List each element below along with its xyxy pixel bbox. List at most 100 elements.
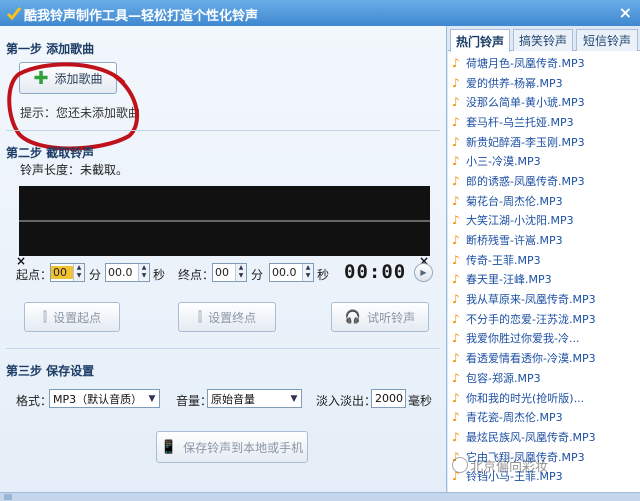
preview-ringtone-button[interactable]: 🎧 试听铃声 (331, 302, 429, 332)
ringtone-tabs: 热门铃声 搞笑铃声 短信铃声 (448, 26, 640, 52)
start-second-unit: 秒 (153, 268, 166, 282)
music-note-icon: ♪ (452, 311, 460, 326)
main-panel: 第一步 添加歌曲 ✚ 添加歌曲 提示：您还未添加歌曲 第二步 截取铃声 铃声长度… (0, 26, 447, 492)
song-item[interactable]: ♪ 看透爱情看透你-冷漠.MP3 (448, 348, 640, 368)
song-title[interactable]: 荷塘月色-凤凰传奇.MP3 (466, 55, 585, 71)
format-select[interactable]: MP3（默认音质） ▼ (49, 389, 160, 408)
song-item[interactable]: ♪ 我爱你胜过你爱我-冷... (448, 329, 640, 349)
song-title[interactable]: 断桥残雪-许嵩.MP3 (466, 232, 563, 248)
hint-text: 您还未添加歌曲 (56, 106, 141, 120)
stepper-arrows-icon[interactable]: ▲ ▼ (302, 264, 313, 281)
song-item[interactable]: ♪ 传奇-王菲.MP3 (448, 250, 640, 270)
music-note-icon: ♪ (452, 75, 460, 90)
song-list: ♪ 荷塘月色-凤凰传奇.MP3 ♪ 爱的供养-杨幂.MP3 ♪ 没那么简单-黄小琥.MP3… (448, 53, 640, 492)
window-title: 酷我铃声制作工具—轻松打造个性化铃声 (24, 9, 259, 24)
fade-input[interactable]: 2000 (371, 389, 406, 408)
end-label: 终点： (178, 268, 215, 282)
song-item[interactable]: ♪ 最炫民族风-凤凰传奇.MP3 (448, 427, 640, 447)
set-start-button[interactable]: ⫿ 设置起点 (24, 302, 120, 332)
start-second-stepper[interactable]: 00.0 ▲ ▼ (105, 263, 150, 282)
song-item[interactable]: ♪ 套马杆-乌兰托娅.MP3 (448, 112, 640, 132)
tab-funny[interactable]: 搞笑铃声 (513, 29, 573, 51)
music-note-icon: ♪ (452, 134, 460, 149)
tab-hot[interactable]: 热门铃声 (450, 29, 510, 52)
end-minute-stepper[interactable]: 00 ▲ ▼ (212, 263, 247, 282)
end-minute-value[interactable]: 00 (213, 266, 235, 279)
song-item[interactable]: ♪ 不分手的恋爱-汪苏泷.MP3 (448, 309, 640, 329)
song-item[interactable]: ♪ 我从草原来-凤凰传奇.MP3 (448, 289, 640, 309)
add-song-label: 添加歌曲 (54, 71, 103, 86)
song-item[interactable]: ♪ 小三-冷漠.MP3 (448, 151, 640, 171)
song-item[interactable]: ♪ 爱的供养-杨幂.MP3 (448, 73, 640, 93)
song-title[interactable]: 看透爱情看透你-冷漠.MP3 (466, 350, 596, 366)
ringtone-length: 铃声长度：未截取。 (20, 161, 128, 178)
music-note-icon: ♪ (452, 272, 460, 287)
song-title[interactable]: 传奇-王菲.MP3 (466, 252, 541, 268)
song-item[interactable]: ♪ 新贵妃醉酒-李玉刚.MP3 (448, 132, 640, 152)
volume-select[interactable]: 原始音量 ▼ (207, 389, 302, 408)
start-minute-value[interactable]: 00 (51, 266, 73, 279)
song-title[interactable]: 套马杆-乌兰托娅.MP3 (466, 114, 574, 130)
song-title[interactable]: 小三-冷漠.MP3 (466, 153, 541, 169)
save-ringtone-button[interactable]: 📱 保存铃声到本地或手机 (156, 431, 308, 463)
song-title[interactable]: 爱的供养-杨幂.MP3 (466, 75, 563, 91)
waveform-area[interactable]: × × (16, 186, 430, 268)
play-icon[interactable]: ▶ (414, 263, 433, 282)
song-title[interactable]: 新贵妃醉酒-李玉刚.MP3 (466, 134, 585, 150)
song-item[interactable]: ♪ 春天里-汪峰.MP3 (448, 270, 640, 290)
step3-title: 第三步 保存设置 (6, 364, 95, 378)
add-song-button[interactable]: ✚ 添加歌曲 (19, 62, 117, 94)
music-note-icon: ♪ (452, 233, 460, 248)
song-title[interactable]: 没那么简单-黄小琥.MP3 (466, 94, 585, 110)
song-title[interactable]: 菊花台-周杰伦.MP3 (466, 193, 563, 209)
wechat-icon (452, 457, 468, 473)
chevron-down-icon[interactable]: ▼ (145, 394, 159, 404)
song-item[interactable]: ♪ 大笑江湖-小沈阳.MP3 (448, 211, 640, 231)
format-value[interactable]: MP3（默认音质） (50, 391, 145, 407)
song-title[interactable]: 你和我的时光(抢听版)... (466, 390, 584, 406)
song-item[interactable]: ♪ 没那么简单-黄小琥.MP3 (448, 92, 640, 112)
song-item[interactable]: ♪ 郎的诱惑-凤凰传奇.MP3 (448, 171, 640, 191)
set-end-label: 设置终点 (208, 310, 257, 325)
song-title[interactable]: 最炫民族风-凤凰传奇.MP3 (466, 429, 596, 445)
song-title[interactable]: 包容-郑源.MP3 (466, 370, 541, 386)
song-item[interactable]: ♪ 青花瓷-周杰伦.MP3 (448, 407, 640, 427)
waveform-baseline (19, 220, 430, 222)
song-item[interactable]: ♪ 荷塘月色-凤凰传奇.MP3 (448, 53, 640, 73)
end-minute-unit: 分 (251, 268, 264, 282)
song-item[interactable]: ♪ 菊花台-周杰伦.MP3 (448, 191, 640, 211)
tab-sms[interactable]: 短信铃声 (576, 29, 638, 51)
music-note-icon: ♪ (452, 292, 460, 307)
preview-label: 试听铃声 (367, 310, 416, 325)
song-item[interactable]: ♪ 你和我的时光(抢听版)... (448, 388, 640, 408)
song-title[interactable]: 不分手的恋爱-汪苏泷.MP3 (466, 311, 596, 327)
song-title[interactable]: 郎的诱惑-凤凰传奇.MP3 (466, 173, 585, 189)
song-title[interactable]: 青花瓷-周杰伦.MP3 (466, 409, 563, 425)
song-title[interactable]: 大笑江湖-小沈阳.MP3 (466, 212, 574, 228)
hint-prefix: 提示： (20, 106, 57, 120)
set-start-label: 设置起点 (53, 310, 102, 325)
song-item[interactable]: ♪ 包容-郑源.MP3 (448, 368, 640, 388)
start-minute-stepper[interactable]: 00 ▲ ▼ (50, 263, 85, 282)
song-item[interactable]: ♪ 断桥残雪-许嵩.MP3 (448, 230, 640, 250)
music-note-icon: ♪ (452, 252, 460, 267)
song-title[interactable]: 我从草原来-凤凰传奇.MP3 (466, 291, 596, 307)
resize-grip-icon[interactable] (4, 494, 12, 500)
music-note-icon: ♪ (452, 213, 460, 228)
song-title[interactable]: 春天里-汪峰.MP3 (466, 271, 552, 287)
song-title[interactable]: 我爱你胜过你爱我-冷... (466, 330, 579, 346)
chevron-down-icon[interactable]: ▼ (287, 394, 301, 404)
stepper-arrows-icon[interactable]: ▲ ▼ (73, 264, 84, 281)
start-label: 起点： (16, 268, 53, 282)
end-second-value[interactable]: 00.0 (270, 266, 302, 279)
volume-value[interactable]: 原始音量 (208, 391, 287, 407)
ringtone-panel: 热门铃声 搞笑铃声 短信铃声 ♪ 荷塘月色-凤凰传奇.MP3 ♪ 爱的供养-杨幂.MP… (448, 26, 640, 492)
start-second-value[interactable]: 00.0 (106, 266, 138, 279)
close-icon[interactable]: × (619, 3, 632, 22)
stepper-arrows-icon[interactable]: ▲ ▼ (235, 264, 246, 281)
stepper-arrows-icon[interactable]: ▲ ▼ (138, 264, 149, 281)
step2-title: 第二步 截取铃声 (6, 146, 95, 160)
length-label: 铃声长度： (20, 163, 81, 177)
end-second-stepper[interactable]: 00.0 ▲ ▼ (269, 263, 314, 282)
set-end-button[interactable]: ⫿ 设置终点 (178, 302, 276, 332)
